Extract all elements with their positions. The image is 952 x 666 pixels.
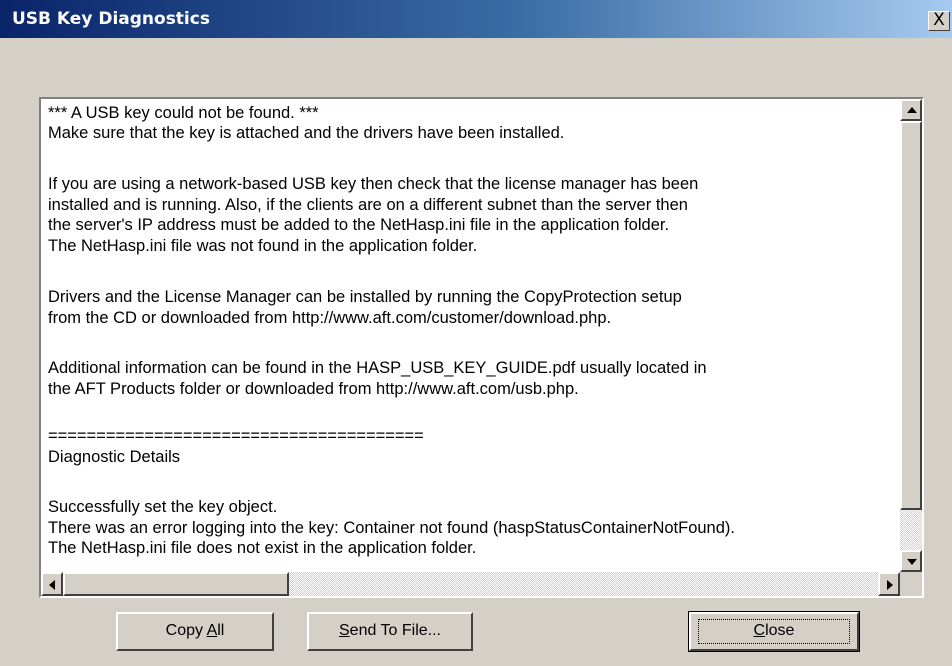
copy-all-label-post: ll	[217, 622, 225, 639]
down-arrow-icon	[907, 559, 917, 565]
scroll-up-button[interactable]	[900, 99, 922, 121]
close-button[interactable]: Close	[688, 611, 860, 652]
title-bar[interactable]: USB Key Diagnostics X	[0, 0, 952, 38]
focus-rectangle	[698, 619, 850, 644]
report-line: the server's IP address must be added to…	[48, 216, 670, 234]
report-line: from the CD or downloaded from http://ww…	[48, 309, 612, 327]
report-line: Drivers and the License Manager can be i…	[48, 288, 682, 306]
vertical-scroll-thumb[interactable]	[900, 121, 922, 510]
scroll-right-button[interactable]	[878, 572, 900, 596]
horizontal-scrollbar[interactable]	[41, 572, 900, 596]
close-icon[interactable]: X	[928, 11, 950, 31]
diagnostics-text: *** A USB key could not be found. *** Ma…	[41, 99, 900, 572]
report-line: *** A USB key could not be found. ***	[48, 104, 319, 122]
report-line: installed and is running. Also, if the c…	[48, 196, 688, 214]
window-title: USB Key Diagnostics	[12, 9, 210, 29]
report-line: The NetHasp.ini file was not found in th…	[48, 237, 478, 255]
report-line: Additional information can be found in t…	[48, 359, 707, 377]
report-line: Successfully set the key object.	[48, 498, 278, 516]
copy-all-button[interactable]: Copy All	[116, 612, 274, 651]
horizontal-scroll-thumb[interactable]	[63, 572, 289, 596]
report-line: The NetHasp.ini file does not exist in t…	[48, 539, 477, 557]
copy-all-accelerator: A	[206, 622, 218, 639]
scroll-down-button[interactable]	[900, 550, 922, 572]
vertical-scrollbar[interactable]	[900, 99, 922, 572]
left-arrow-icon	[49, 580, 55, 590]
report-line: There was an error logging into the key:…	[48, 519, 735, 537]
scroll-left-button[interactable]	[41, 572, 63, 596]
report-line: =======================================	[48, 427, 424, 445]
up-arrow-icon	[907, 107, 917, 113]
scrollbar-corner	[900, 572, 922, 596]
report-line: Make sure that the key is attached and t…	[48, 124, 565, 142]
send-to-file-label-post: end To File...	[349, 622, 441, 639]
right-arrow-icon	[887, 580, 893, 590]
report-line: the AFT Products folder or downloaded fr…	[48, 380, 579, 398]
send-to-file-button[interactable]: Send To File...	[307, 612, 473, 651]
send-to-file-accelerator: S	[339, 622, 350, 639]
copy-all-label-pre: Copy	[165, 622, 207, 639]
report-line: Diagnostic Details	[48, 448, 181, 466]
diagnostics-text-area[interactable]: *** A USB key could not be found. *** Ma…	[39, 97, 924, 598]
report-line: If you are using a network-based USB key…	[48, 175, 699, 193]
